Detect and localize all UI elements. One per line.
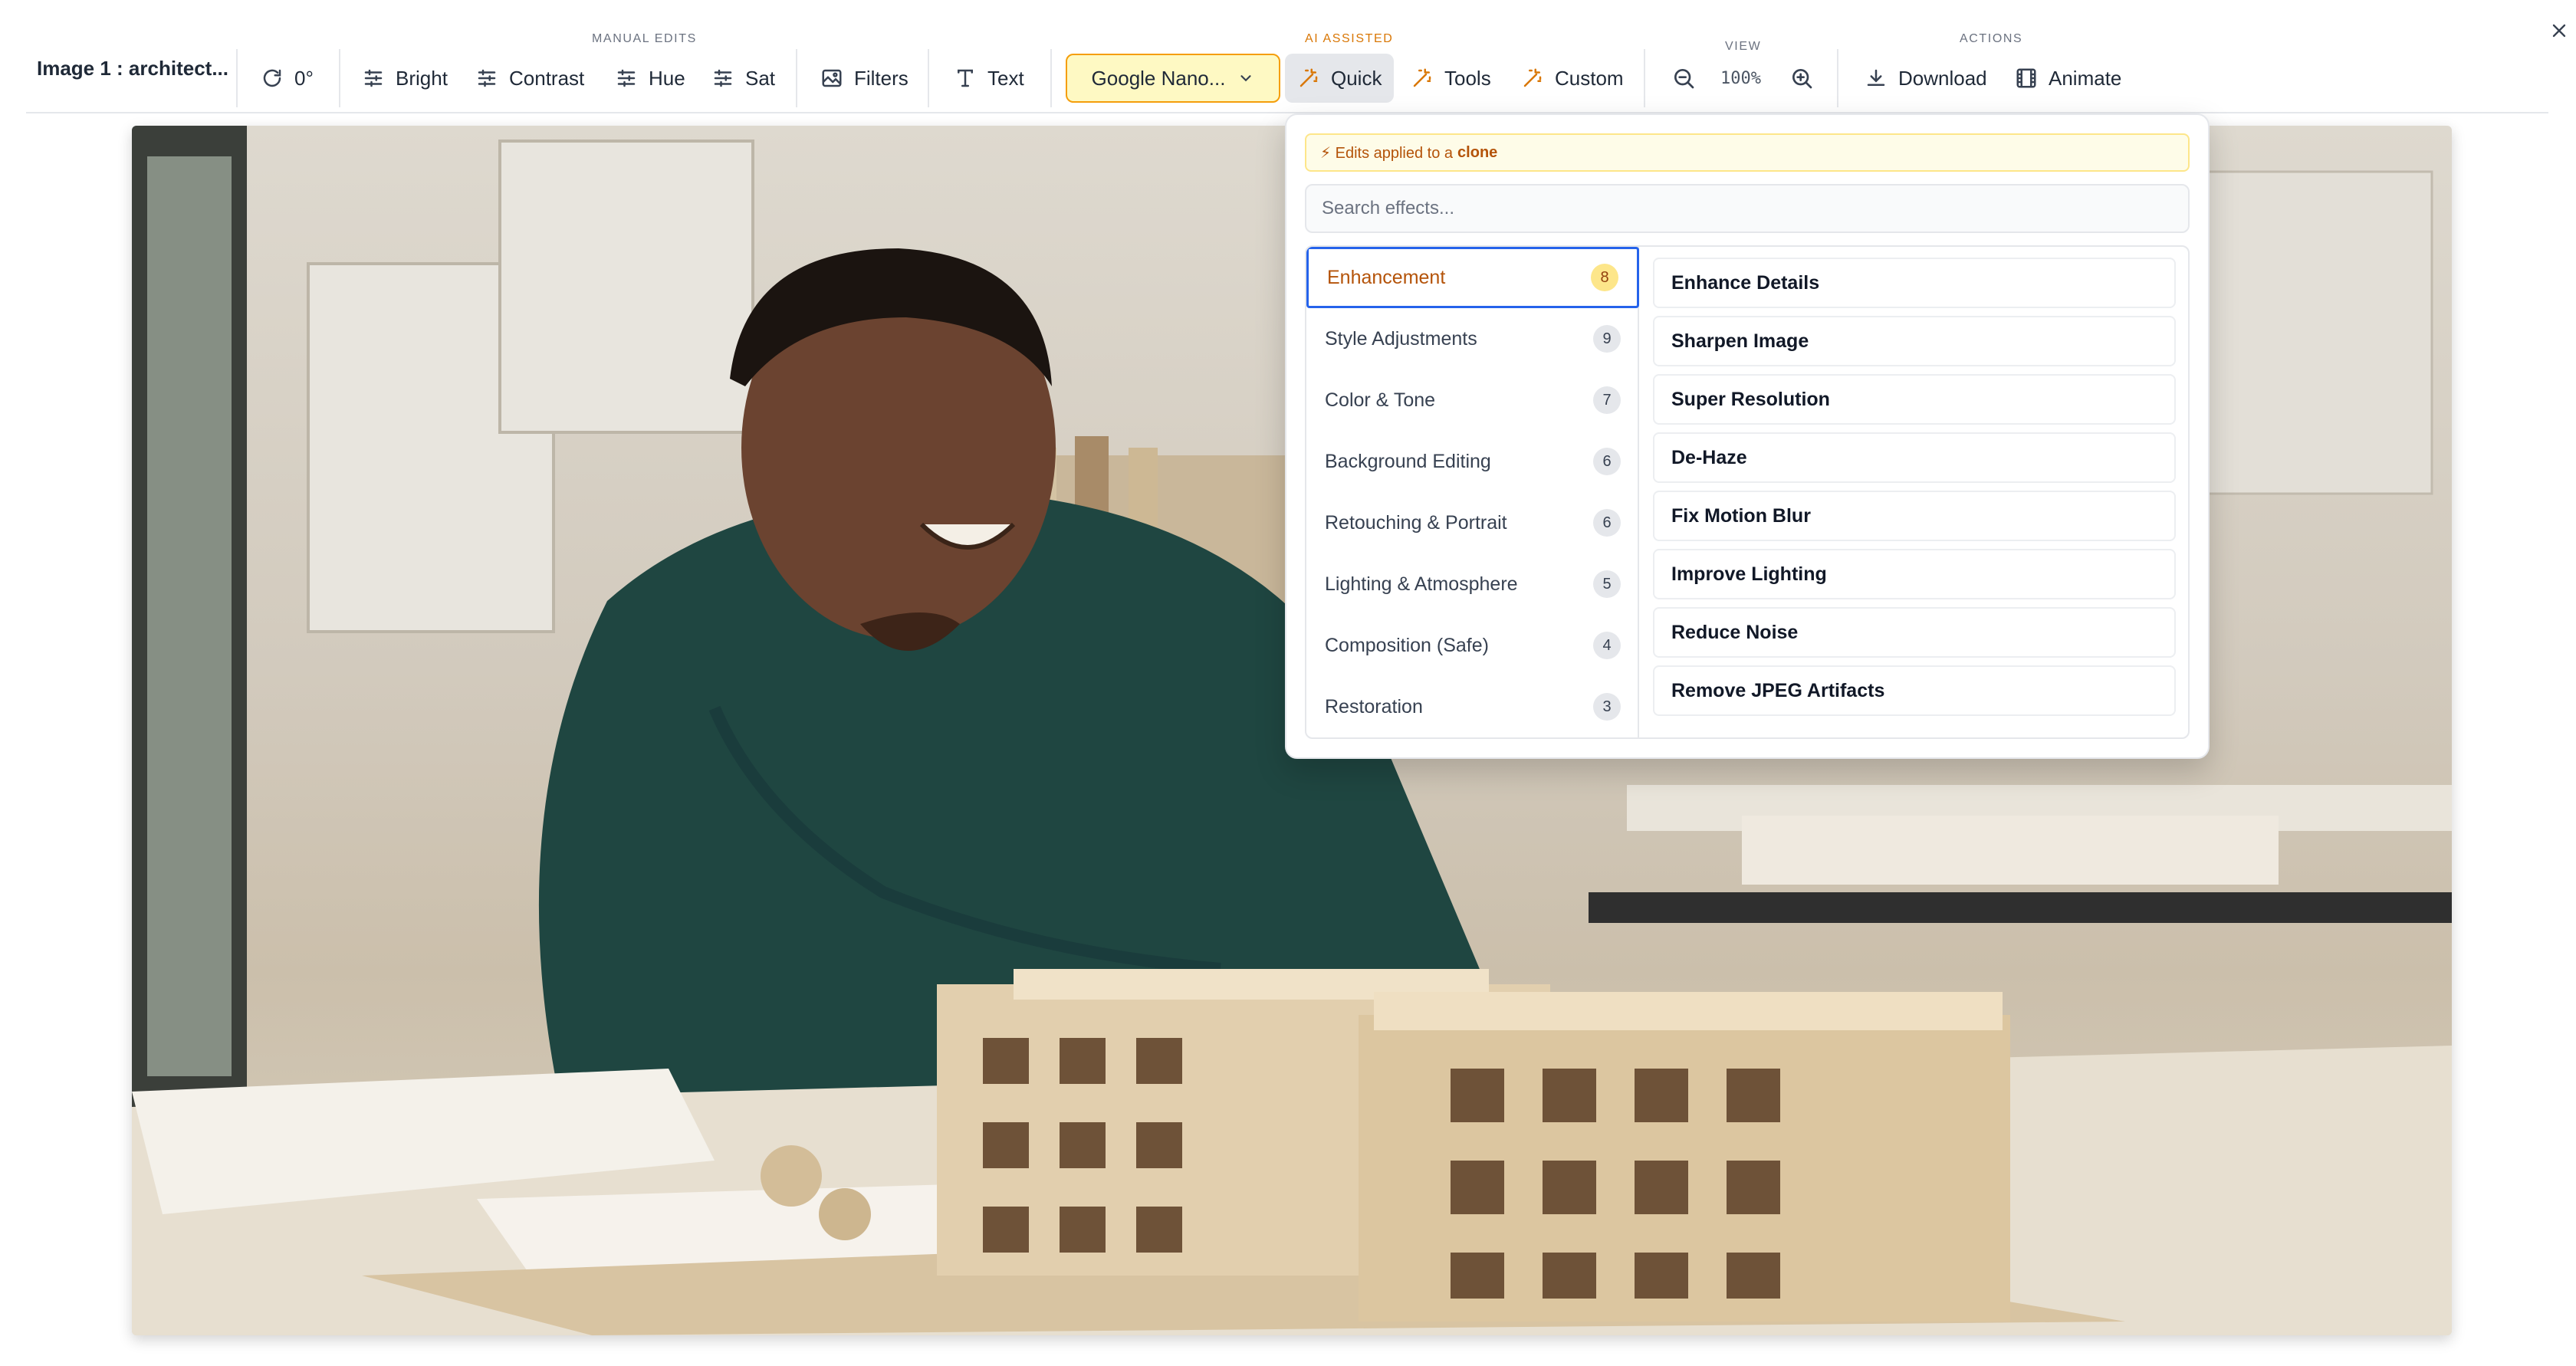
effect-super-resolution[interactable]: Super Resolution [1653, 374, 2176, 425]
category-count-badge: 7 [1593, 386, 1621, 414]
custom-button[interactable]: Custom [1507, 54, 1638, 103]
category-list: Enhancement 8 Style Adjustments 9 Color … [1306, 247, 1639, 737]
bright-label: Bright [396, 66, 448, 90]
toolbar-divider [1050, 49, 1052, 107]
sliders-icon [714, 69, 732, 87]
chevron-down-icon [1240, 75, 1252, 82]
effect-fix-motion-blur[interactable]: Fix Motion Blur [1653, 491, 2176, 541]
effect-improve-lighting[interactable]: Improve Lighting [1653, 549, 2176, 599]
sliders-icon [364, 69, 383, 87]
custom-label: Custom [1555, 66, 1624, 90]
effect-list: Enhance Details Sharpen Image Super Reso… [1639, 247, 2188, 737]
zoom-in-icon [1792, 69, 1812, 89]
category-count-badge: 3 [1593, 693, 1621, 721]
contrast-button[interactable]: Contrast [462, 54, 598, 103]
category-background-editing[interactable]: Background Editing 6 [1306, 431, 1639, 492]
effects-search-input[interactable] [1305, 184, 2190, 233]
magic-wand-icon [1300, 68, 1318, 87]
effect-enhance-details[interactable]: Enhance Details [1653, 258, 2176, 308]
tools-label: Tools [1444, 66, 1491, 90]
tools-button[interactable]: Tools [1397, 54, 1505, 103]
quick-button[interactable]: Quick [1285, 54, 1395, 103]
category-color-tone[interactable]: Color & Tone 7 [1306, 369, 1639, 431]
effect-de-haze[interactable]: De-Haze [1653, 432, 2176, 483]
category-label: Restoration [1325, 695, 1423, 717]
category-count-badge: 6 [1593, 509, 1621, 537]
clone-notice-text: ⚡ Edits applied to a [1320, 144, 1454, 162]
category-label: Background Editing [1325, 450, 1491, 472]
effects-lists: Enhancement 8 Style Adjustments 9 Color … [1305, 245, 2190, 739]
rotate-button[interactable]: 0° [247, 54, 327, 103]
editor-toolbar: Image 1 : architect... 0° MANUAL EDITS B… [0, 0, 2576, 113]
effect-remove-jpeg-artifacts[interactable]: Remove JPEG Artifacts [1653, 665, 2176, 716]
animate-button[interactable]: Animate [2001, 54, 2135, 103]
category-label: Lighting & Atmosphere [1325, 573, 1518, 595]
category-lighting-atmosphere[interactable]: Lighting & Atmosphere 5 [1306, 553, 1639, 615]
sat-label: Sat [745, 66, 776, 90]
category-restoration[interactable]: Restoration 3 [1306, 676, 1639, 737]
close-icon [2552, 24, 2566, 38]
toolbar-divider [1644, 49, 1645, 107]
filters-button[interactable]: Filters [807, 54, 922, 103]
group-label-manual: MANUAL EDITS [592, 32, 697, 45]
group-label-ai: AI ASSISTED [1305, 32, 1394, 45]
sat-button[interactable]: Sat [698, 54, 789, 103]
category-retouching-portrait[interactable]: Retouching & Portrait 6 [1306, 492, 1639, 553]
contrast-label: Contrast [509, 66, 585, 90]
rotate-icon [263, 69, 281, 87]
category-composition-safe[interactable]: Composition (Safe) 4 [1306, 615, 1639, 676]
effect-reduce-noise[interactable]: Reduce Noise [1653, 607, 2176, 658]
category-count-badge: 5 [1593, 570, 1621, 598]
group-label-actions: ACTIONS [1960, 32, 2023, 45]
hue-label: Hue [649, 66, 685, 90]
toolbar-divider [796, 49, 797, 107]
magic-wand-icon [1523, 68, 1542, 87]
category-label: Composition (Safe) [1325, 634, 1489, 656]
text-label: Text [987, 66, 1024, 90]
toolbar-divider [1837, 49, 1838, 107]
category-label: Enhancement [1327, 266, 1446, 288]
filters-label: Filters [854, 66, 909, 90]
hue-button[interactable]: Hue [601, 54, 699, 103]
film-icon [2016, 68, 2036, 88]
magic-wand-icon [1413, 68, 1431, 87]
category-count-badge: 4 [1593, 632, 1621, 659]
category-count-badge: 6 [1593, 448, 1621, 475]
image-title: Image 1 : architect... [37, 57, 228, 80]
download-button[interactable]: Download [1851, 54, 2001, 103]
category-label: Color & Tone [1325, 389, 1436, 411]
toolbar-divider [339, 49, 340, 107]
category-enhancement[interactable]: Enhancement 8 [1306, 247, 1639, 308]
bright-button[interactable]: Bright [348, 54, 462, 103]
zoom-level: 100% [1720, 69, 1761, 88]
category-style-adjustments[interactable]: Style Adjustments 9 [1306, 308, 1639, 369]
category-count-badge: 8 [1591, 264, 1618, 291]
sliders-icon [617, 69, 636, 87]
quick-effects-panel: ⚡ Edits applied to a clone Enhancement 8… [1285, 113, 2210, 759]
close-button[interactable] [2544, 15, 2574, 46]
clone-notice-emphasis: clone [1457, 143, 1498, 161]
text-button[interactable]: Text [940, 54, 1038, 103]
category-label: Retouching & Portrait [1325, 511, 1507, 534]
clone-notice: ⚡ Edits applied to a clone [1305, 133, 2190, 172]
quick-label: Quick [1331, 66, 1382, 90]
download-label: Download [1898, 66, 1987, 90]
zoom-in-button[interactable] [1786, 63, 1817, 94]
toolbar-divider [928, 49, 929, 107]
rotate-label: 0° [294, 66, 314, 90]
animate-label: Animate [2049, 66, 2122, 90]
category-label: Style Adjustments [1325, 327, 1477, 350]
effect-sharpen-image[interactable]: Sharpen Image [1653, 316, 2176, 366]
category-count-badge: 9 [1593, 325, 1621, 353]
image-icon [822, 69, 842, 87]
toolbar-divider [236, 49, 238, 107]
model-select[interactable]: Google Nano... [1066, 54, 1280, 103]
group-label-view: VIEW [1725, 40, 1762, 53]
sliders-icon [478, 69, 496, 87]
download-icon [1867, 69, 1885, 86]
model-select-value: Google Nano... [1091, 66, 1226, 90]
zoom-out-icon [1674, 69, 1694, 89]
zoom-out-button[interactable] [1668, 63, 1699, 94]
text-icon [958, 69, 973, 87]
